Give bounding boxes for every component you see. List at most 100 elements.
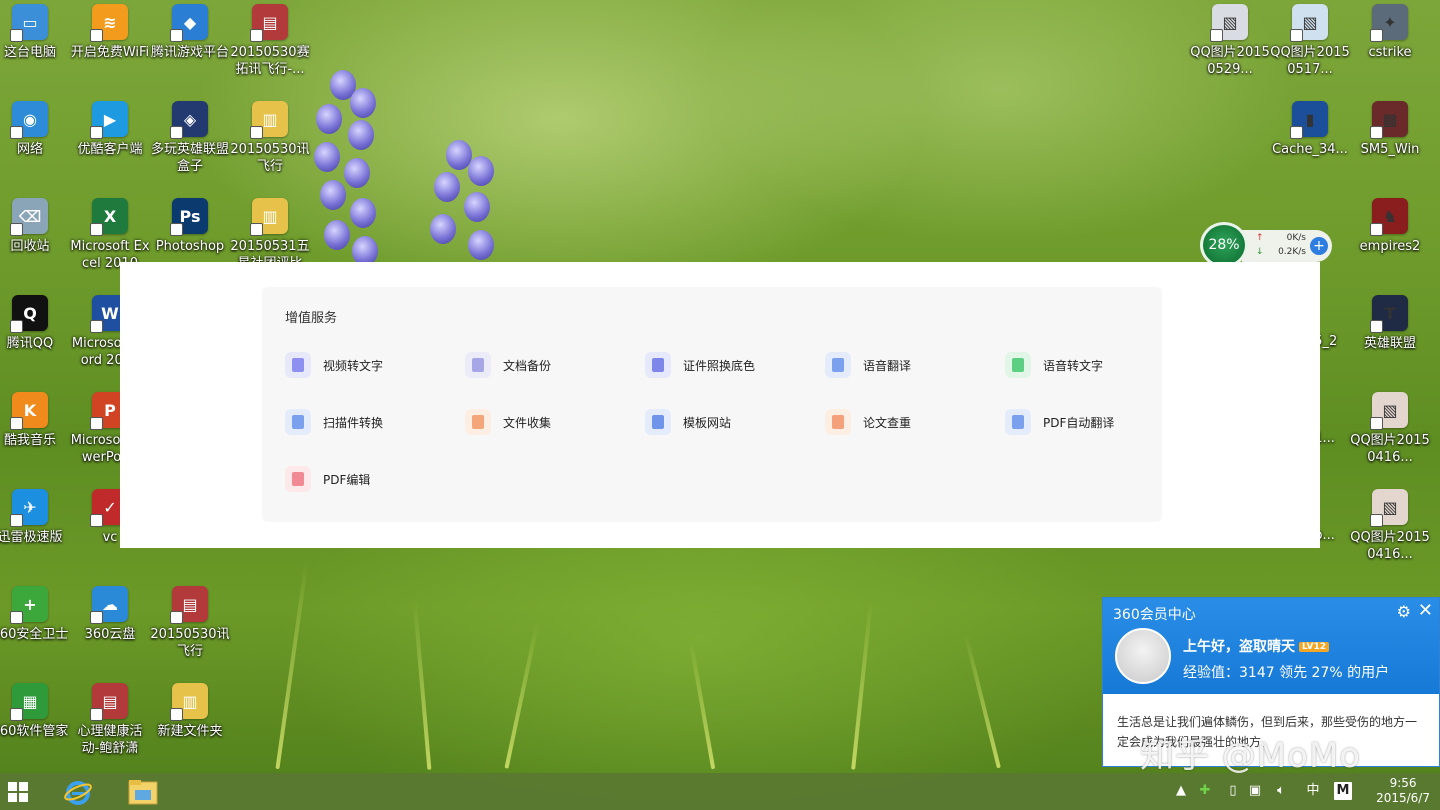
battery-icon[interactable]: ▯ (1224, 782, 1242, 800)
desktop-icon-tencent-game[interactable]: ◆ 腾讯游戏平台 (150, 4, 230, 61)
service-label: 扫描件转换 (323, 415, 384, 430)
mental-health-icon: ▤ (90, 683, 128, 721)
popup-header: 360会员中心 ⚙ ✕ 上午好，盗取晴天 LV12 经验值：3147 领先 27%… (1103, 598, 1439, 694)
service-item[interactable]: 扫描件转换 (285, 409, 383, 435)
desktop-icon-folder-0531[interactable]: ▥20150531五星社团评比 (230, 198, 310, 272)
qq-pic-0416-1-icon: ▧ (1370, 392, 1408, 430)
network-tray-icon[interactable]: ▣ (1246, 782, 1264, 800)
service-label: 模板网站 (683, 415, 732, 430)
service-icon (285, 409, 311, 435)
service-item[interactable]: PDF自动翻译 (1005, 409, 1114, 435)
desktop-icon-mental-health[interactable]: ▤ 心理健康活动-鲍舒潇 (70, 683, 150, 757)
archive-0530-1-icon: ▤ (250, 4, 288, 42)
this-pc-icon: ▭ (10, 4, 48, 42)
archive-0530-2-icon: ▤ (170, 586, 208, 624)
upload-speed: 0K/s (1286, 233, 1306, 243)
desktop-icon-excel[interactable]: X Microsoft Excel 2010 (70, 198, 150, 272)
greeting: 上午好，盗取晴天 LV12 (1183, 636, 1329, 656)
desktop-icon-label: 英雄联盟 (1363, 336, 1416, 351)
lol-icon: T (1370, 295, 1408, 333)
service-label: 语音翻译 (863, 358, 912, 373)
desktop-icon-label: QQ图片20150416... (1350, 433, 1430, 465)
ime-language[interactable]: 中 (1302, 782, 1324, 800)
value-added-services-panel: 增值服务 视频转文字 文档备份 证件照换底色 语音翻译 语音转文字 扫描件转换 文件收集 模板… (120, 262, 1320, 548)
folder-0530-icon: ▥ (250, 101, 288, 139)
clock-date: 2015/6/7 (1376, 791, 1430, 805)
ime-mode-indicator[interactable]: M (1334, 782, 1352, 800)
service-label: 文档备份 (503, 358, 552, 373)
desktop-icon-label: 多玩英雄联盟盒子 (150, 142, 229, 174)
gear-icon[interactable]: ⚙ (1397, 602, 1411, 621)
desktop-icon-kugou[interactable]: K 酷我音乐 (0, 392, 70, 449)
desktop-icon-new-folder[interactable]: ▥ 新建文件夹 (150, 683, 230, 740)
service-item[interactable]: PDF编辑 (285, 466, 370, 492)
service-item[interactable]: 语音翻译 (825, 352, 911, 378)
desktop-icon-empires2[interactable]: ♞ empires2 (1350, 198, 1430, 255)
desktop-icon-qq-pic-0416-2[interactable]: ▧ QQ图片20150416... (1350, 489, 1430, 563)
desktop-icon-recycle-bin[interactable]: ⌫ 回收站 (0, 198, 70, 255)
desktop-icon-free-wifi[interactable]: ≋ 开启免费WiFi (70, 4, 150, 61)
volume-icon[interactable]: 🔈︎ (1272, 782, 1290, 800)
desktop-icon-lol-box[interactable]: ◈ 多玩英雄联盟盒子 (150, 101, 230, 175)
service-label: 证件照换底色 (683, 358, 756, 373)
lol-box-icon: ◈ (170, 101, 208, 139)
close-icon[interactable]: ✕ (1418, 600, 1433, 621)
desktop-icon-label: QQ图片20150416... (1350, 530, 1430, 562)
service-item[interactable]: 文档备份 (465, 352, 551, 378)
desktop-icon-label: 开启免费WiFi (70, 45, 150, 60)
360-cloud-icon: ☁ (90, 586, 128, 624)
desktop-icon-label: 360安全卫士 (0, 627, 69, 642)
free-wifi-icon: ≋ (90, 4, 128, 42)
show-hidden-icons-chevron-icon[interactable]: ▲ (1172, 782, 1190, 800)
xunlei-icon: ✈ (10, 489, 48, 527)
desktop-icon-archive-0530-2[interactable]: ▤ 20150530讯飞行 (150, 586, 230, 660)
360-tray-icon[interactable]: ✚ (1196, 782, 1214, 800)
desktop-icon-cstrike[interactable]: ✦ cstrike (1350, 4, 1430, 61)
service-item[interactable]: 视频转文字 (285, 352, 383, 378)
desktop-icon-qq[interactable]: Q 腾讯QQ (0, 295, 70, 352)
service-item[interactable]: 证件照换底色 (645, 352, 755, 378)
cache34-icon: ▮ (1290, 101, 1328, 139)
desktop-icon-label: 心理健康活动-鲍舒潇 (77, 724, 143, 756)
youku-icon: ▶ (90, 101, 128, 139)
desktop-icon-youku[interactable]: ▶ 优酷客户端 (70, 101, 150, 158)
start-button[interactable] (0, 775, 36, 808)
desktop-icon-360-security[interactable]: +360安全卫士 (0, 586, 70, 643)
desktop-icon-360-soft[interactable]: ▦ 360软件管家 (0, 683, 70, 740)
desktop-icon-archive-0530-1[interactable]: ▤ 20150530赛拓讯飞行-... (230, 4, 310, 78)
avatar[interactable] (1115, 628, 1171, 684)
desktop-icon-360-cloud[interactable]: ☁ 360云盘 (70, 586, 150, 643)
desktop-icon-qq-pic-0529[interactable]: ▧ QQ图片20150529... (1190, 4, 1270, 78)
popup-title: 360会员中心 (1113, 607, 1196, 623)
desktop-icon-folder-0530[interactable]: ▥ 20150530讯飞行 (230, 101, 310, 175)
desktop-icon-label: 优酷客户端 (77, 142, 143, 157)
desktop-icon-sm5win[interactable]: ▩ SM5_Win (1350, 101, 1430, 158)
desktop-icon-qq-pic-0416-1[interactable]: ▧ QQ图片20150416... (1350, 392, 1430, 466)
desktop-icon-xunlei[interactable]: ✈ 迅雷极速版 (0, 489, 70, 546)
recycle-bin-icon: ⌫ (10, 198, 48, 236)
empires2-icon: ♞ (1370, 198, 1408, 236)
desktop-icon-label: empires2 (1359, 239, 1421, 254)
service-item[interactable]: 论文查重 (825, 409, 911, 435)
experience-text: 经验值：3147 领先 27% 的用户 (1183, 665, 1390, 681)
clock[interactable]: 9:56 2015/6/7 (1376, 776, 1430, 806)
service-item[interactable]: 模板网站 (645, 409, 731, 435)
excel-icon: X (90, 198, 128, 236)
accelerate-plus-icon[interactable]: + (1310, 237, 1328, 255)
desktop-icon-label: 回收站 (10, 239, 50, 254)
desktop-icon-lol[interactable]: T 英雄联盟 (1350, 295, 1430, 352)
desktop-icon-label: 网络 (16, 142, 43, 157)
ie-taskbar-button[interactable] (58, 775, 98, 808)
service-item[interactable]: 语音转文字 (1005, 352, 1103, 378)
desktop-icon-network[interactable]: ◉ 网络 (0, 101, 70, 158)
desktop-icon-label: 这台电脑 (3, 45, 56, 60)
level-badge: LV12 (1299, 642, 1329, 652)
desktop-icon-qq-pic-0517[interactable]: ▧ QQ图片20150517... (1270, 4, 1350, 78)
desktop-icon-photoshop[interactable]: Ps Photoshop (150, 198, 230, 255)
desktop-icon-label: 迅雷极速版 (0, 530, 63, 545)
service-item[interactable]: 文件收集 (465, 409, 551, 435)
file-explorer-taskbar-button[interactable] (122, 775, 164, 808)
desktop-icon-this-pc[interactable]: ▭ 这台电脑 (0, 4, 70, 61)
desktop-icon-cache34[interactable]: ▮ Cache_34... (1270, 101, 1350, 158)
service-icon (1005, 409, 1031, 435)
